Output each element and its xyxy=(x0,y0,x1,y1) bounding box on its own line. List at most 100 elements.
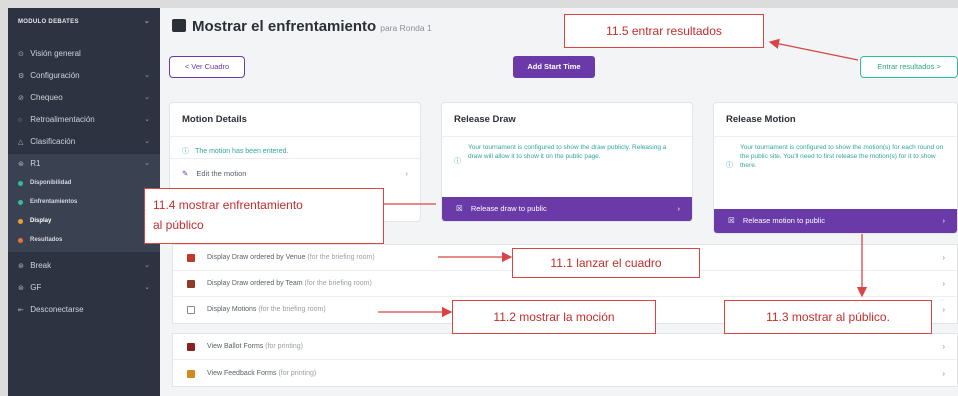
release-motion-button[interactable]: ☒ Release motion to public › xyxy=(714,209,957,233)
release-draw-info-text: Your tournament is configured to show th… xyxy=(468,144,667,160)
chevron-down-icon: ⌄ xyxy=(144,160,150,167)
list-item-label: Display Motions xyxy=(207,306,257,313)
sidebar: MODULO DEBATES ⌄ ⊙ Visión general ⚙ Conf… xyxy=(8,8,160,396)
sidebar-item-label: Retroalimentación xyxy=(30,115,95,124)
gear-icon: ⚙ xyxy=(18,73,25,80)
sidebar-brand[interactable]: MODULO DEBATES ⌄ xyxy=(8,8,160,36)
page-title: Mostrar el enfrentamiento para Ronda 1 xyxy=(172,18,432,35)
document-icon xyxy=(187,306,195,314)
check-icon: ⊘ xyxy=(18,95,24,102)
sidebar-item-label: GF xyxy=(30,283,42,292)
sidebar-subitem-label: Disponibilidad xyxy=(30,180,72,186)
ballot-icon xyxy=(187,343,195,351)
chevron-down-icon: ⌄ xyxy=(144,94,150,101)
list-item-hint: (for the briefing room) xyxy=(258,306,326,313)
sidebar-subitem-resultados[interactable]: Resultados xyxy=(8,231,160,250)
annotation-enter-results: 11.5 entrar resultados xyxy=(564,14,764,48)
sidebar-subitem-label: Display xyxy=(30,218,52,224)
sidebar-item-chequeo[interactable]: ⊘ Chequeo ⌄ xyxy=(8,88,160,108)
chevron-right-icon: › xyxy=(942,216,946,225)
sidebar-item-label: Clasificación xyxy=(30,137,76,146)
annotation-show-motion: 11.2 mostrar la moción xyxy=(452,300,656,334)
sidebar-item-vision-general[interactable]: ⊙ Visión general xyxy=(8,44,160,64)
standings-icon: △ xyxy=(18,139,24,146)
edit-icon: ✎ xyxy=(182,169,189,178)
card-title: Release Draw xyxy=(442,103,692,137)
chevron-down-icon: ⌄ xyxy=(144,72,150,79)
chevron-right-icon: › xyxy=(942,253,945,262)
release-motion-card: Release Motion ⓘ Your tournament is conf… xyxy=(713,102,958,234)
release-motion-label: Release motion to public xyxy=(742,216,825,225)
sidebar-subitem-display[interactable]: Display xyxy=(8,212,160,231)
chevron-down-icon: ⌄ xyxy=(144,116,150,123)
sidebar-item-r1[interactable]: ⊛ R1 ⌄ xyxy=(8,154,160,174)
chevron-right-icon: › xyxy=(942,279,945,288)
list-item-hint: (for printing) xyxy=(265,343,303,350)
info-circle-icon: ⓘ xyxy=(454,158,461,165)
enter-results-button[interactable]: Entrar resultados > xyxy=(860,56,958,78)
gf-icon: ⊛ xyxy=(18,285,24,292)
break-icon: ⊛ xyxy=(18,263,24,270)
sidebar-subitem-enfrentamientos[interactable]: Enfrentamientos xyxy=(8,193,160,212)
team-icon xyxy=(187,280,195,288)
release-draw-label: Release draw to public xyxy=(470,204,547,213)
sidebar-subitem-disponibilidad[interactable]: Disponibilidad xyxy=(8,174,160,193)
list-item-ballot-forms[interactable]: View Ballot Forms (for printing) › xyxy=(173,334,957,360)
venue-icon xyxy=(187,254,195,262)
status-dot-icon xyxy=(18,200,23,205)
info-circle-icon: ⓘ xyxy=(182,148,189,155)
edit-motion-link[interactable]: ✎ Edit the motion › xyxy=(170,163,420,185)
logout-icon: ⇤ xyxy=(18,307,24,314)
calendar-icon xyxy=(172,19,186,32)
list-item-hint: (for the briefing room) xyxy=(307,254,375,261)
chevron-down-icon: ⌄ xyxy=(144,284,150,291)
status-dot-icon xyxy=(18,238,23,243)
sidebar-item-label: Chequeo xyxy=(30,93,63,102)
sidebar-item-retroalimentacion[interactable]: ○ Retroalimentación ⌄ xyxy=(8,110,160,130)
sidebar-item-label: Configuración xyxy=(30,71,80,80)
list-item-feedback-forms[interactable]: View Feedback Forms (for printing) › xyxy=(173,361,957,387)
list-item-label: View Feedback Forms xyxy=(207,370,277,377)
chevron-down-icon: ⌄ xyxy=(144,262,150,269)
add-start-time-button[interactable]: Add Start Time xyxy=(513,56,595,78)
chevron-right-icon: › xyxy=(677,204,681,213)
motion-info-row: ⓘ The motion has been entered. xyxy=(170,143,420,159)
back-to-draw-button[interactable]: < Ver Cuadro xyxy=(169,56,245,78)
chevron-right-icon: › xyxy=(405,169,409,178)
sidebar-item-break[interactable]: ⊛ Break ⌄ xyxy=(8,256,160,276)
chevron-down-icon: ⌄ xyxy=(143,18,150,25)
list-item-hint: (for the briefing room) xyxy=(304,280,372,287)
sidebar-item-label: Desconectarse xyxy=(30,305,84,314)
list-item-hint: (for printing) xyxy=(278,370,317,377)
app-window: MODULO DEBATES ⌄ ⊙ Visión general ⚙ Conf… xyxy=(8,8,958,396)
sidebar-subitem-label: Enfrentamientos xyxy=(30,199,78,205)
annotation-show-public: 11.3 mostrar al público. xyxy=(724,300,932,334)
sidebar-item-desconectarse[interactable]: ⇤ Desconectarse xyxy=(8,300,160,320)
sidebar-item-gf[interactable]: ⊛ GF ⌄ xyxy=(8,278,160,298)
sidebar-item-label: Visión general xyxy=(30,49,81,58)
chevron-right-icon: › xyxy=(942,305,945,314)
card-title: Motion Details xyxy=(170,103,420,137)
release-draw-info: ⓘ Your tournament is configured to show … xyxy=(442,143,692,165)
round-icon: ⊛ xyxy=(18,161,24,168)
sidebar-item-clasificacion[interactable]: △ Clasificación ⌄ xyxy=(8,132,160,152)
status-dot-icon xyxy=(18,219,23,224)
annotation-line: al público xyxy=(153,218,204,232)
sidebar-round-group: ⊛ R1 ⌄ Disponibilidad Enfrentamientos Di… xyxy=(8,154,160,252)
release-icon: ☒ xyxy=(728,216,735,225)
brand-label: MODULO DEBATES xyxy=(18,19,79,25)
page-subtitle: para Ronda 1 xyxy=(380,23,432,33)
list-item-label: Display Draw ordered by Team xyxy=(207,280,303,287)
chevron-right-icon: › xyxy=(942,369,945,378)
page-title-text: Mostrar el enfrentamiento xyxy=(192,18,377,35)
printing-list: View Ballot Forms (for printing) › View … xyxy=(172,333,958,387)
annotation-launch-draw: 11.1 lanzar el cuadro xyxy=(512,248,700,278)
release-draw-button[interactable]: ☒ Release draw to public › xyxy=(442,197,692,221)
annotation-show-draw-public: 11.4 mostrar enfrentamiento al público xyxy=(144,188,384,244)
info-circle-icon: ⓘ xyxy=(726,162,733,169)
release-draw-card: Release Draw ⓘ Your tournament is config… xyxy=(441,102,693,222)
sidebar-item-configuracion[interactable]: ⚙ Configuración ⌄ xyxy=(8,66,160,86)
card-title: Release Motion xyxy=(714,103,957,137)
chevron-right-icon: › xyxy=(942,342,945,351)
feedback-form-icon xyxy=(187,370,195,378)
